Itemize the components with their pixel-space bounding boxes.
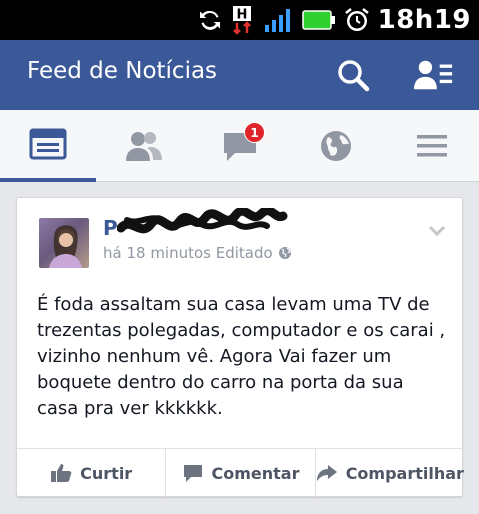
redaction-scribble <box>117 208 288 234</box>
tab-messages[interactable]: 1 <box>192 110 288 182</box>
tab-menu[interactable] <box>384 110 479 182</box>
alarm-icon <box>344 7 370 33</box>
post-options-button[interactable] <box>428 222 446 241</box>
post-text: É foda assaltam sua casa levam uma TV de… <box>37 294 446 419</box>
notifications-globe-icon <box>321 131 351 161</box>
share-label: Compartilhar <box>345 463 464 483</box>
page-title: Feed de Notícias <box>27 58 218 84</box>
share-button[interactable]: Compartilhar <box>316 449 464 497</box>
author-name[interactable]: P <box>103 216 118 240</box>
news-feed-icon <box>29 128 67 160</box>
post-timestamp[interactable]: há 18 minutos Editado <box>103 244 273 262</box>
like-button[interactable]: Curtir <box>17 449 167 497</box>
app-header: Feed de Notícias <box>0 40 479 110</box>
svg-text:H: H <box>236 8 247 23</box>
messages-badge: 1 <box>244 122 265 143</box>
menu-icon <box>417 135 447 157</box>
clock-time: 18h19 <box>377 5 471 35</box>
screen: H 18h19 Feed de Notícias 1 P há 18 minut… <box>0 0 479 514</box>
feed-post: P há 18 minutos Editado É foda assaltam … <box>16 197 464 497</box>
public-globe-icon <box>278 247 291 259</box>
tab-news-feed[interactable] <box>0 110 96 182</box>
hplus-data-icon: H <box>230 5 256 35</box>
signal-icon <box>264 7 294 33</box>
status-icons: H 18h19 <box>198 4 471 36</box>
battery-icon <box>301 9 336 31</box>
chevron-down-icon <box>428 225 446 237</box>
comment-label: Comentar <box>211 463 300 483</box>
tab-bar: 1 <box>0 110 479 182</box>
status-bar: H 18h19 <box>0 0 479 40</box>
tab-notifications[interactable] <box>288 110 384 182</box>
friend-requests-button[interactable] <box>414 55 454 95</box>
post-meta: há 18 minutos Editado <box>103 244 292 262</box>
sync-icon <box>198 8 222 32</box>
comment-button[interactable]: Comentar <box>166 449 316 497</box>
thumbs-up-icon <box>51 464 72 482</box>
like-label: Curtir <box>80 463 133 483</box>
comment-icon <box>183 465 202 482</box>
friends-icon <box>126 132 162 161</box>
share-arrow-icon <box>316 465 337 481</box>
author-avatar[interactable] <box>39 218 89 268</box>
search-button[interactable] <box>333 55 373 95</box>
tab-friends[interactable] <box>96 110 192 182</box>
post-actions: Curtir Comentar Compartilhar <box>17 448 464 497</box>
search-icon <box>338 60 370 92</box>
friend-requests-icon <box>414 60 453 90</box>
